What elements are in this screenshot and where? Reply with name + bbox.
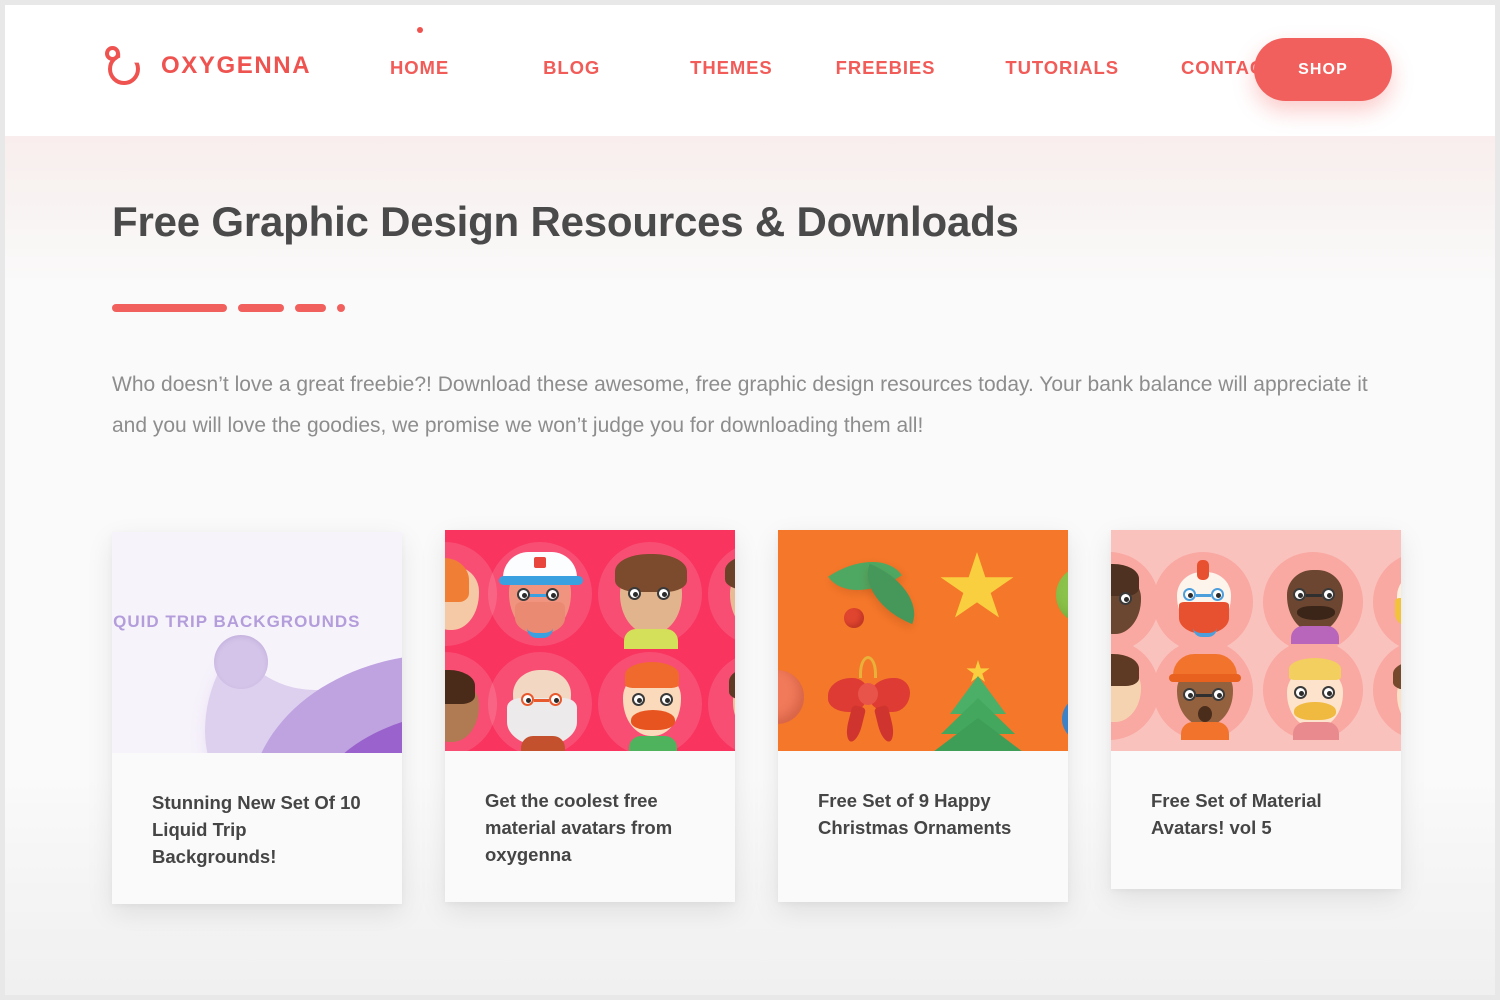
card-title: Free Set of 9 Happy Christmas Ornaments <box>818 790 1012 838</box>
resource-card[interactable]: Free Set of 9 Happy Christmas Ornaments <box>778 530 1068 902</box>
nav-item-freebies-label: FREEBIES <box>835 57 936 78</box>
divider-dash-short <box>295 303 326 312</box>
nav-item-themes-label: THEMES <box>690 57 773 78</box>
avatar-shirt <box>1291 626 1339 644</box>
avatar-tuft <box>1197 560 1209 580</box>
nav-active-dot-icon <box>416 27 423 33</box>
avatar-shirt <box>1181 722 1229 740</box>
card-thumbnail-liquid-backgrounds: LIQUID TRIP BACKGROUNDS <box>112 532 402 753</box>
intro-paragraph: Who doesn’t love a great freebie?! Downl… <box>112 373 1368 437</box>
avatar-hair <box>615 554 687 592</box>
site-header: OXYGENNA HOME BLOG THEMES FREEBIES TUTOR… <box>5 5 1495 136</box>
nav-item-home-label: HOME <box>390 57 450 78</box>
divider-dash-medium <box>238 303 284 312</box>
avatar-shirt <box>521 736 565 751</box>
card-body: Stunning New Set Of 10 Liquid Trip Backg… <box>112 753 402 870</box>
shop-button[interactable]: SHOP <box>1254 38 1392 101</box>
avatar-moustache <box>631 710 675 730</box>
brand-name: OXYGENNA <box>161 51 312 79</box>
page-frame: OXYGENNA HOME BLOG THEMES FREEBIES TUTOR… <box>5 5 1495 995</box>
avatar-moustache <box>1294 702 1336 720</box>
nav-item-freebies[interactable]: FREEBIES <box>836 57 936 79</box>
avatar-cap-badge <box>534 557 546 568</box>
nav-item-tutorials-label: TUTORIALS <box>1005 57 1119 78</box>
holly-berry-icon <box>844 608 864 628</box>
oxygenna-ring-logo-icon <box>105 46 144 85</box>
nav-item-tutorials[interactable]: TUTORIALS <box>1005 57 1119 79</box>
main-navigation: HOME BLOG THEMES FREEBIES TUTORIALS CONT… <box>390 27 1276 79</box>
avatar-shirt <box>1293 722 1339 740</box>
card-title: Free Set of Material Avatars! vol 5 <box>1151 790 1322 838</box>
star-ornament-icon <box>940 552 1014 618</box>
title-divider <box>112 299 345 312</box>
brand-logo-link[interactable]: OXYGENNA <box>105 46 311 85</box>
card-body: Get the coolest free material avatars fr… <box>445 751 735 868</box>
avatar-cap-brim <box>499 576 583 585</box>
bow-knot-icon <box>858 683 878 705</box>
card-thumbnail-label: LIQUID TRIP BACKGROUNDS <box>112 612 361 631</box>
card-body: Free Set of 9 Happy Christmas Ornaments <box>778 751 1068 841</box>
avatar-shirt <box>624 629 678 649</box>
divider-dot <box>337 303 345 312</box>
ball-ornament-icon <box>1056 566 1068 624</box>
nav-item-themes[interactable]: THEMES <box>690 57 773 79</box>
card-thumbnail-material-avatars <box>445 530 735 751</box>
page-title: Free Graphic Design Resources & Download… <box>112 198 1019 245</box>
ball-ornament-icon <box>1062 696 1068 742</box>
avatar-hair <box>625 662 679 688</box>
divider-dash-long <box>112 303 227 312</box>
resource-card[interactable]: LIQUID TRIP BACKGROUNDS Stunning New Set… <box>112 532 402 904</box>
card-thumbnail-christmas-ornaments <box>778 530 1068 751</box>
avatar-cap-brim <box>1169 674 1241 682</box>
resource-card[interactable]: Free Set of Material Avatars! vol 5 <box>1111 530 1401 889</box>
card-title: Stunning New Set Of 10 Liquid Trip Backg… <box>152 792 361 867</box>
resource-card-grid: LIQUID TRIP BACKGROUNDS Stunning New Set… <box>5 526 1495 916</box>
nav-item-blog-label: BLOG <box>543 57 601 78</box>
liquid-blob-hole <box>214 635 268 689</box>
card-body: Free Set of Material Avatars! vol 5 <box>1111 751 1401 841</box>
ball-ornament-icon <box>778 670 804 724</box>
avatar-moustache <box>1297 606 1335 620</box>
ornament-hanger-icon <box>859 656 877 678</box>
tree-ornament-icon <box>933 718 1023 751</box>
avatar-mouth <box>1198 706 1212 722</box>
avatar-shirt <box>629 736 677 751</box>
card-thumbnail-material-avatars-vol5 <box>1111 530 1401 751</box>
nav-item-home[interactable]: HOME <box>390 27 450 79</box>
main-content: Free Graphic Design Resources & Download… <box>5 136 1495 995</box>
card-title: Get the coolest free material avatars fr… <box>485 790 673 865</box>
resource-card[interactable]: Get the coolest free material avatars fr… <box>445 530 735 902</box>
nav-item-blog[interactable]: BLOG <box>543 57 600 79</box>
avatar-hair <box>1289 658 1341 680</box>
